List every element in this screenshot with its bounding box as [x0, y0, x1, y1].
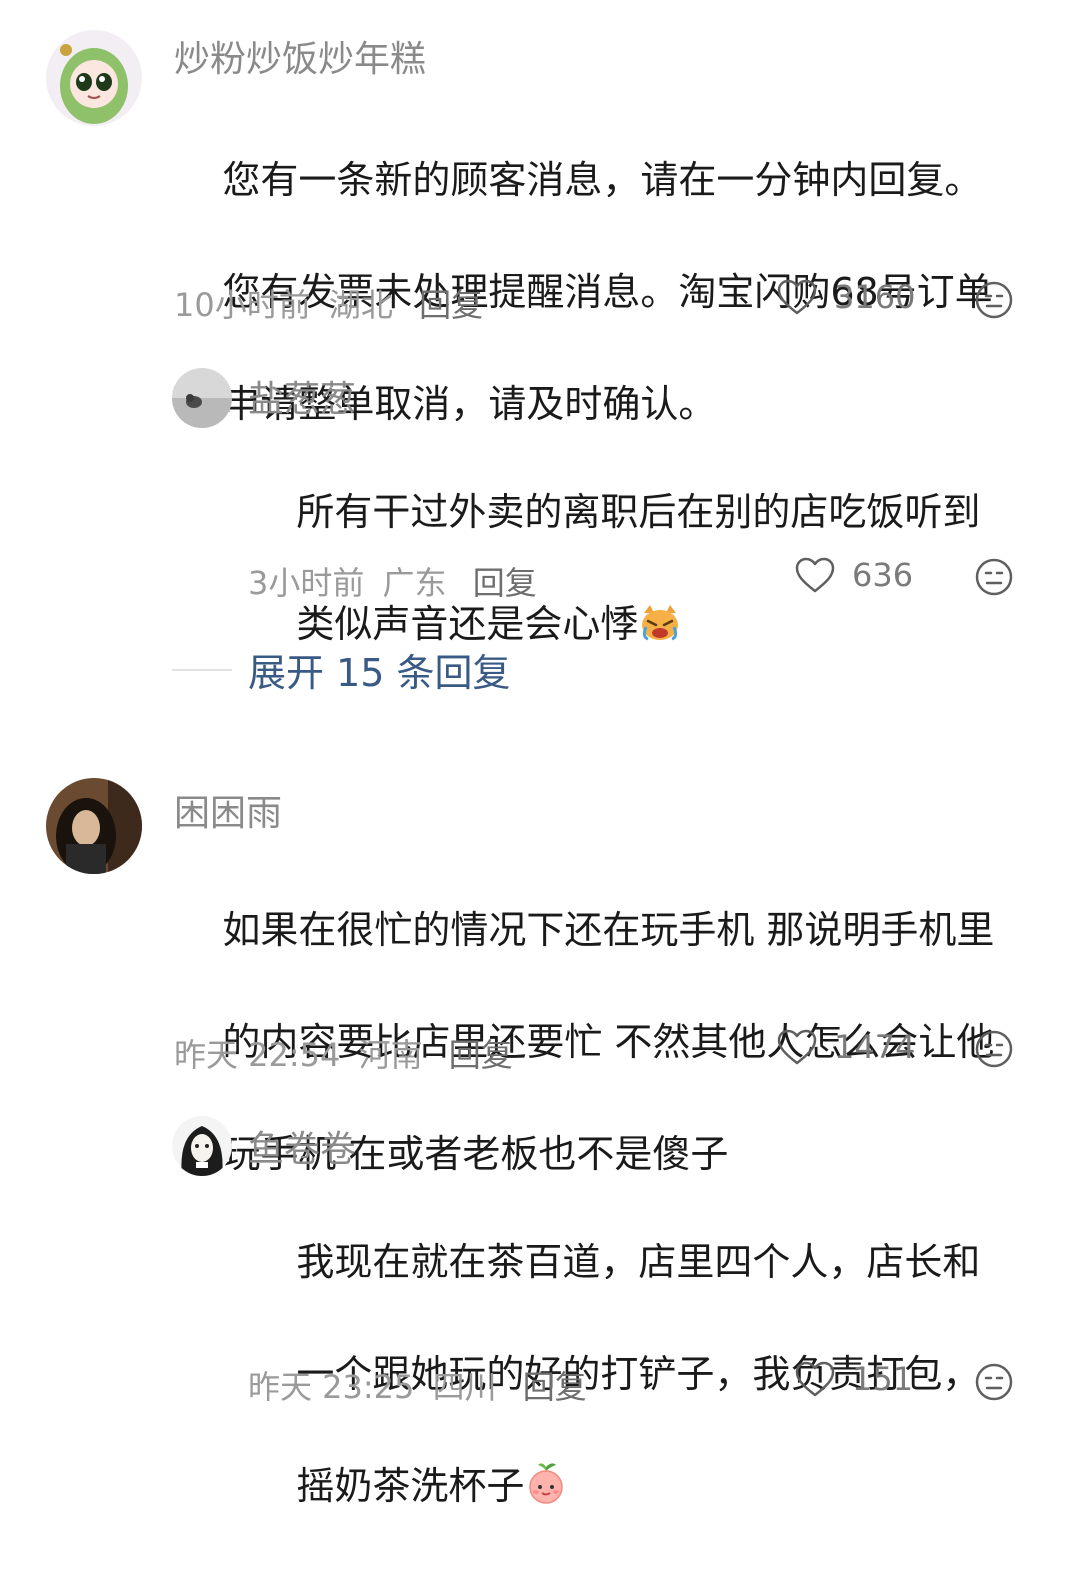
comment-line: 我现在就在茶百道，店里四个人，店长和	[296, 1240, 981, 1284]
username[interactable]: 鱼卷卷	[248, 1120, 356, 1172]
comment-meta: 昨天 23:25 四川 回复	[248, 1362, 587, 1408]
comment-line: 摇奶茶洗杯子	[296, 1464, 525, 1508]
reply-button[interactable]: 回复	[523, 1368, 587, 1406]
comment-location: 四川	[432, 1368, 497, 1406]
dislike-button[interactable]	[974, 1362, 1014, 1402]
reply-item: 鱼卷卷 我现在就在茶百道，店里四个人，店长和 一个跟她玩的好的打铲子，我负责打包…	[0, 0, 1080, 1508]
like-count: 151	[852, 1360, 914, 1398]
neutral-face-icon	[975, 1363, 1013, 1401]
sketch-girl-avatar-icon	[172, 1116, 232, 1176]
comment-time: 昨天 23:25	[248, 1368, 415, 1406]
avatar[interactable]	[172, 1116, 232, 1176]
heart-icon	[795, 1361, 835, 1397]
like-button[interactable]: 151	[794, 1360, 913, 1398]
peach-emoji-icon	[524, 1461, 568, 1520]
